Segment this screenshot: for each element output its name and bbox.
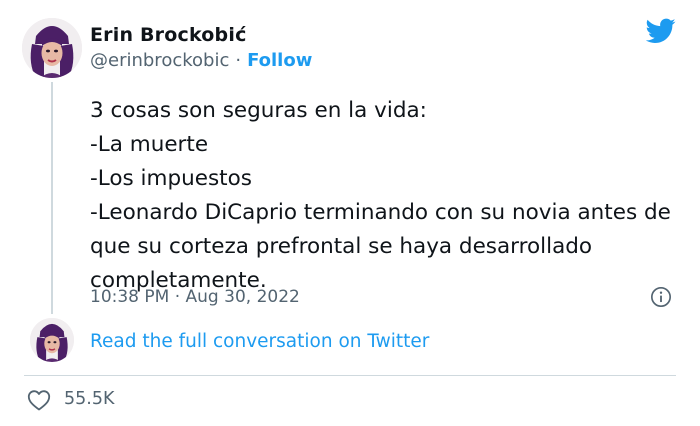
tweet-embed-card: Erin Brockobić @erinbrockobic · Follow 3 c… [0, 0, 700, 426]
like-count[interactable]: 55.5K [64, 389, 114, 409]
author-avatar[interactable] [22, 18, 82, 78]
read-full-conversation-link[interactable]: Read the full conversation on Twitter [90, 331, 429, 352]
handle-row: @erinbrockobic · Follow [90, 50, 312, 71]
avatar-image [30, 318, 74, 362]
divider [24, 375, 676, 376]
thread-connector-line [51, 82, 53, 314]
twitter-bird-icon[interactable] [646, 18, 676, 44]
heart-icon[interactable] [27, 389, 51, 411]
author-handle[interactable]: @erinbrockobic [90, 50, 229, 71]
separator: · [235, 50, 242, 71]
info-icon[interactable] [650, 286, 672, 308]
tweet-timestamp[interactable]: 10:38 PM · Aug 30, 2022 [90, 287, 300, 307]
author-name[interactable]: Erin Brockobić [90, 24, 247, 46]
reply-avatar[interactable] [30, 318, 74, 362]
follow-button[interactable]: Follow [247, 50, 312, 71]
tweet-text: 3 cosas son seguras en la vida: -La muer… [90, 98, 671, 293]
avatar-image [22, 18, 82, 78]
